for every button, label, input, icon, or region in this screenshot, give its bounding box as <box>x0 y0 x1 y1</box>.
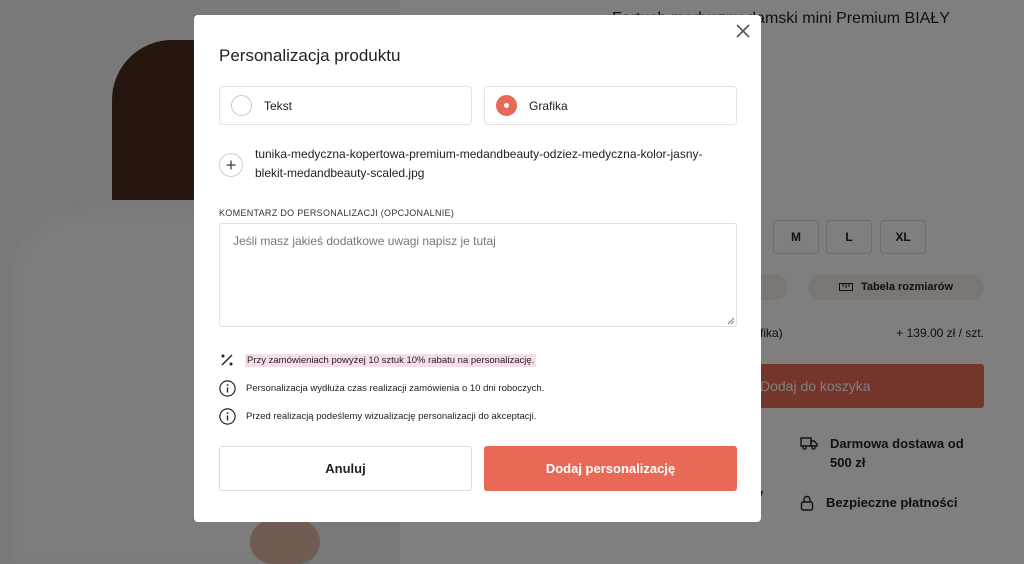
close-button[interactable] <box>733 21 753 41</box>
option-graphic-label: Grafika <box>529 98 568 113</box>
info-visualization-text: Przed realizacją podeślemy wizualizację … <box>246 411 537 422</box>
cancel-button[interactable]: Anuluj <box>219 446 472 491</box>
option-text-label: Tekst <box>264 98 293 113</box>
close-icon <box>736 24 750 38</box>
radio-text[interactable] <box>231 95 252 116</box>
uploaded-file-name: tunika-medyczna-kopertowa-premium-medand… <box>255 147 703 180</box>
info-icon <box>219 380 236 397</box>
info-time: Personalizacja wydłuża czas realizacji z… <box>219 380 544 397</box>
resize-handle-icon[interactable] <box>727 317 735 325</box>
option-text[interactable]: Tekst <box>219 86 472 125</box>
option-graphic[interactable]: Grafika <box>484 86 737 125</box>
info-discount: Przy zamówieniach powyżej 10 sztuk 10% r… <box>219 352 537 368</box>
info-icon <box>219 408 236 425</box>
upload-button[interactable] <box>219 153 243 177</box>
percent-icon <box>221 354 233 366</box>
plus-icon <box>226 160 236 170</box>
modal-title: Personalizacja produktu <box>219 46 401 65</box>
personalization-modal: Personalizacja produktu Tekst Grafika tu… <box>194 15 761 522</box>
info-discount-text: Przy zamówieniach powyżej 10 sztuk 10% r… <box>245 353 537 367</box>
info-time-text: Personalizacja wydłuża czas realizacji z… <box>246 383 545 394</box>
radio-graphic[interactable] <box>496 95 517 116</box>
info-visualization: Przed realizacją podeślemy wizualizację … <box>219 408 536 425</box>
comment-label: KOMENTARZ DO PERSONALIZACJI (OPCJONALNIE… <box>219 208 455 218</box>
add-personalization-button[interactable]: Dodaj personalizację <box>484 446 737 491</box>
comment-textarea[interactable] <box>219 223 737 327</box>
